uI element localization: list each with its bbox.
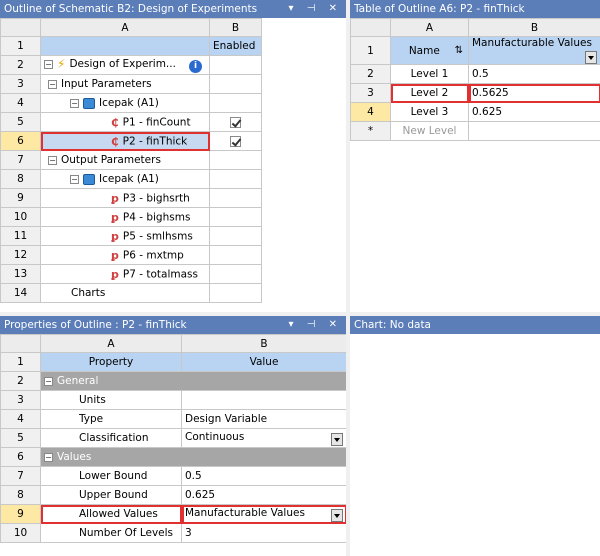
sort-icon[interactable]: ⇅ xyxy=(455,45,463,56)
levels-grid: AB 1 Name ⇅ Manufacturable Values 2 Level… xyxy=(350,18,600,141)
collapse-icon[interactable]: − xyxy=(44,376,53,386)
chart-area[interactable] xyxy=(350,334,600,556)
outline-titlebar: Outline of Schematic B2: Design of Exper… xyxy=(0,0,346,18)
enabled-header: Enabled xyxy=(209,36,262,56)
collapse-icon[interactable]: − xyxy=(44,452,53,462)
section-row[interactable]: 2 − General xyxy=(0,371,346,391)
output-parameter-icon: ꝑ xyxy=(111,229,119,243)
outline-panel: Outline of Schematic B2: Design of Exper… xyxy=(0,0,346,312)
table-row[interactable]: 10 ꝑ P4 - bighsms xyxy=(0,207,262,227)
table-row[interactable]: 4 Type Design Variable xyxy=(0,409,346,429)
input-parameter-icon: ₵ xyxy=(111,134,119,148)
chevron-down-icon[interactable] xyxy=(585,51,597,64)
table-row[interactable]: 2 − ⚡ Design of Experim... i xyxy=(0,55,262,75)
table-row: 1 Name ⇅ Manufacturable Values xyxy=(350,36,600,65)
outline-title: Outline of Schematic B2: Design of Exper… xyxy=(4,3,258,15)
icepak-icon xyxy=(83,173,95,185)
table-row: 1 Property Value xyxy=(0,352,346,372)
col-header-a[interactable]: A xyxy=(40,334,182,353)
table-row[interactable]: 13 ꝑ P7 - totalmass xyxy=(0,264,262,284)
table-row[interactable]: 11 ꝑ P5 - smlhsms xyxy=(0,226,262,246)
table-row[interactable]: 8 Upper Bound 0.625 xyxy=(0,485,346,505)
table-row[interactable]: 4 Level 3 0.625 xyxy=(350,102,600,122)
collapse-icon[interactable]: − xyxy=(48,155,57,165)
col-header-a[interactable]: A xyxy=(40,18,210,37)
col-header-b[interactable]: B xyxy=(209,18,262,37)
table-row: 1 Enabled xyxy=(0,36,262,56)
table-row[interactable]: 8 − Icepak (A1) xyxy=(0,169,262,189)
collapse-icon[interactable]: − xyxy=(70,174,79,184)
table-row[interactable]: 3 Level 2 0.5625 xyxy=(350,83,600,103)
collapse-icon[interactable]: − xyxy=(44,59,53,69)
lightning-icon: ⚡ xyxy=(57,57,66,71)
table-row[interactable]: 5 Classification Continuous xyxy=(0,428,346,448)
chevron-down-icon[interactable] xyxy=(331,432,343,446)
properties-grid: AB 1 Property Value 2 − General 3 Units 4 … xyxy=(0,334,346,543)
table-titlebar: Table of Outline A6: P2 - finThick xyxy=(350,0,600,18)
table-row[interactable]: 7 − Output Parameters xyxy=(0,150,262,170)
icepak-icon xyxy=(83,97,95,109)
output-parameter-icon: ꝑ xyxy=(111,267,119,281)
output-parameter-icon: ꝑ xyxy=(111,210,119,224)
collapse-icon[interactable]: − xyxy=(70,98,79,108)
properties-titlebar: Properties of Outline : P2 - finThick ▾ … xyxy=(0,316,346,334)
table-row[interactable]: 9 ꝑ P3 - bighsrth xyxy=(0,188,262,208)
chart-title: Chart: No data xyxy=(354,319,431,331)
table-row[interactable]: 4 − Icepak (A1) xyxy=(0,93,262,113)
table-row[interactable]: * New Level xyxy=(350,121,600,141)
outline-grid: AB 1 Enabled 2 − ⚡ Design of Experim... i 3 … xyxy=(0,18,262,303)
section-row[interactable]: 6 − Values xyxy=(0,447,346,467)
col-header-a[interactable]: A xyxy=(390,18,469,37)
table-row[interactable]: 5 ₵ P1 - finCount xyxy=(0,112,262,132)
table-row[interactable]: 12 ꝑ P6 - mxtmp xyxy=(0,245,262,265)
panel-controls[interactable]: ▾ ⊣ ✕ xyxy=(289,316,342,334)
collapse-icon[interactable]: − xyxy=(48,79,57,89)
chevron-down-icon[interactable] xyxy=(331,508,343,522)
table-row[interactable]: 2 Level 1 0.5 xyxy=(350,64,600,84)
chart-titlebar: Chart: No data xyxy=(350,316,600,334)
allowed-values-select[interactable]: Manufacturable Values xyxy=(181,504,346,524)
new-level-cell[interactable]: New Level xyxy=(390,121,469,141)
output-parameter-icon: ꝑ xyxy=(111,191,119,205)
table-row[interactable]: 3 − Input Parameters xyxy=(0,74,262,94)
properties-title: Properties of Outline : P2 - finThick xyxy=(4,319,187,331)
table-row[interactable]: 14 Charts xyxy=(0,283,262,303)
input-parameter-icon: ₵ xyxy=(111,115,119,129)
table-panel: Table of Outline A6: P2 - finThick AB 1 … xyxy=(350,0,600,312)
enabled-checkbox[interactable] xyxy=(230,135,241,147)
table-row[interactable]: 10 Number Of Levels 3 xyxy=(0,523,346,543)
chart-panel: Chart: No data xyxy=(350,316,600,556)
col-header-b[interactable]: B xyxy=(468,18,600,37)
classification-select[interactable]: Continuous xyxy=(181,428,346,448)
col-header-b[interactable]: B xyxy=(181,334,346,353)
table-row[interactable]: 6 ₵ P2 - finThick xyxy=(0,131,262,151)
table-row[interactable]: 9 Allowed Values Manufacturable Values xyxy=(0,504,346,524)
enabled-checkbox[interactable] xyxy=(230,116,241,128)
properties-panel: Properties of Outline : P2 - finThick ▾ … xyxy=(0,316,346,556)
table-row[interactable]: 3 Units xyxy=(0,390,346,410)
table-title: Table of Outline A6: P2 - finThick xyxy=(354,3,525,15)
info-icon[interactable]: i xyxy=(189,60,202,73)
panel-controls[interactable]: ▾ ⊣ ✕ xyxy=(289,0,342,18)
table-row[interactable]: 7 Lower Bound 0.5 xyxy=(0,466,346,486)
output-parameter-icon: ꝑ xyxy=(111,248,119,262)
